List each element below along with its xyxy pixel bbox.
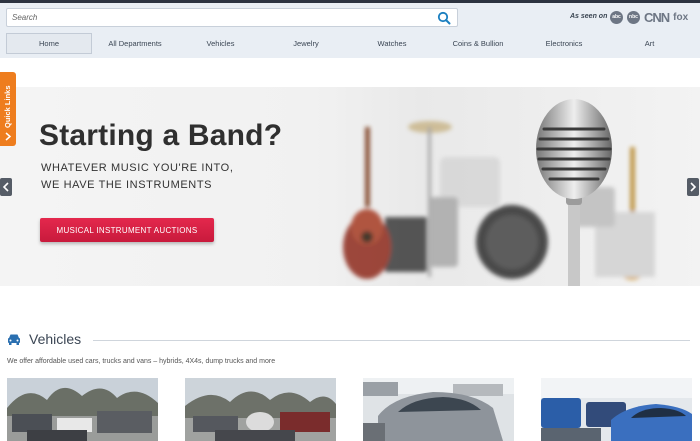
quick-links-tab[interactable]: Quick Links xyxy=(0,72,16,146)
nav-jewelry[interactable]: Jewelry xyxy=(263,33,349,54)
section-title[interactable]: Vehicles xyxy=(29,331,81,347)
hero-title: Starting a Band? xyxy=(39,119,283,152)
vehicle-card-4[interactable] xyxy=(541,378,692,441)
nav-watches[interactable]: Watches xyxy=(349,33,435,54)
fox-logo-icon: fox xyxy=(673,11,689,23)
hero-subtitle-line1: WHATEVER MUSIC YOU'RE INTO, xyxy=(41,162,234,174)
abc-logo-icon: abc xyxy=(610,10,623,24)
main-nav: Home All Departments Vehicles Jewelry Wa… xyxy=(6,33,700,54)
carousel-prev-button[interactable] xyxy=(0,178,12,196)
section-divider xyxy=(93,340,690,341)
chevron-right-icon xyxy=(690,182,697,192)
car-icon xyxy=(8,334,20,345)
nbc-logo-icon: nbc xyxy=(627,10,640,24)
hero-subtitle: WHATEVER MUSIC YOU'RE INTO, WE HAVE THE … xyxy=(41,160,301,194)
vehicle-card-3[interactable] xyxy=(363,378,514,441)
media-logos: abc nbc CNN fox xyxy=(610,9,689,25)
vehicle-card-2[interactable] xyxy=(185,378,336,441)
search-box[interactable] xyxy=(6,8,458,27)
nav-electronics[interactable]: Electronics xyxy=(521,33,607,54)
hero-subtitle-line2: WE HAVE THE INSTRUMENTS xyxy=(41,179,213,191)
hero-banner[interactable]: Starting a Band? WHATEVER MUSIC YOU'RE I… xyxy=(0,87,700,286)
chevron-left-icon xyxy=(2,182,9,192)
chevron-right-icon xyxy=(5,132,12,141)
vehicles-section-header: Vehicles xyxy=(7,330,81,348)
vehicle-card-1[interactable] xyxy=(7,378,158,441)
band-instruments-image xyxy=(343,99,655,286)
vehicle-cards xyxy=(7,378,693,441)
search-input[interactable] xyxy=(12,10,432,25)
nav-all-departments[interactable]: All Departments xyxy=(92,33,178,54)
blue-cars-photo xyxy=(541,378,692,441)
cnn-logo-icon: CNN xyxy=(644,9,670,25)
top-strip xyxy=(0,0,700,3)
nav-art[interactable]: Art xyxy=(607,33,692,54)
search-icon[interactable] xyxy=(437,11,451,25)
vehicle-lot-photo xyxy=(185,378,336,441)
quick-links-label: Quick Links xyxy=(3,85,12,128)
carousel-next-button[interactable] xyxy=(687,178,699,196)
nav-coins-bullion[interactable]: Coins & Bullion xyxy=(435,33,521,54)
nav-home[interactable]: Home xyxy=(6,33,92,54)
vehicle-lot-photo xyxy=(7,378,158,441)
nav-vehicles[interactable]: Vehicles xyxy=(178,33,263,54)
silver-car-photo xyxy=(363,378,514,441)
section-description: We offer affordable used cars, trucks an… xyxy=(7,358,276,365)
musical-instrument-auctions-button[interactable]: MUSICAL INSTRUMENT AUCTIONS xyxy=(40,218,214,242)
as-seen-on-label: As seen on xyxy=(570,13,608,20)
